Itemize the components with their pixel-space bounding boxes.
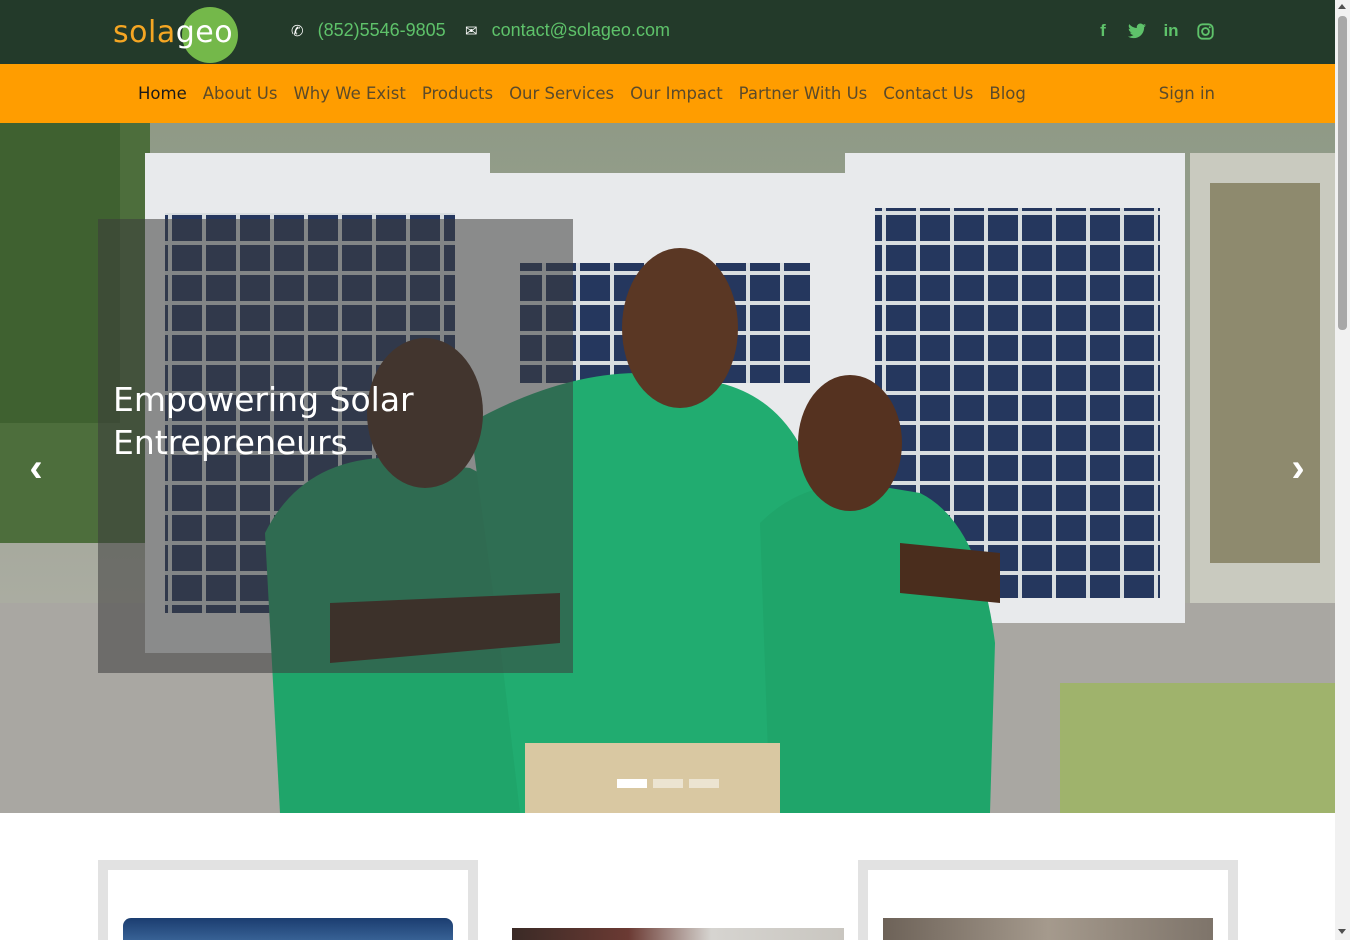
indicator-slide-1[interactable] bbox=[617, 779, 647, 788]
nav-items: Home About Us Why We Exist Products Our … bbox=[130, 64, 1034, 123]
card-inner bbox=[498, 870, 858, 940]
nav-item-home[interactable]: Home bbox=[130, 84, 195, 103]
envelope-icon: ✉ bbox=[465, 22, 478, 40]
social-links: f in bbox=[1093, 20, 1215, 42]
logo-text-sola: sola bbox=[113, 14, 176, 50]
page-scrollbar[interactable] bbox=[1335, 0, 1350, 940]
phone-icon: ✆ bbox=[291, 22, 304, 40]
card-image bbox=[512, 928, 844, 940]
nav-item-our-impact[interactable]: Our Impact bbox=[622, 84, 731, 103]
feature-card-3[interactable] bbox=[858, 860, 1238, 940]
main-nav: Home About Us Why We Exist Products Our … bbox=[0, 64, 1335, 123]
logo-text-geo: geo bbox=[175, 14, 234, 50]
carousel-indicators bbox=[617, 779, 719, 788]
nav-item-products[interactable]: Products bbox=[414, 84, 501, 103]
email-contact[interactable]: ✉ contact@solageo.com bbox=[465, 20, 670, 41]
logo[interactable]: sola geo bbox=[113, 4, 238, 63]
chevron-right-icon[interactable]: › bbox=[1278, 443, 1318, 493]
card-image bbox=[883, 918, 1213, 940]
page: sola geo ✆ (852)5546-9805 ✉ contact@sola… bbox=[0, 0, 1335, 940]
indicator-slide-2[interactable] bbox=[653, 779, 683, 788]
nav-item-contact-us[interactable]: Contact Us bbox=[875, 84, 981, 103]
email-address: contact@solageo.com bbox=[491, 20, 670, 40]
card-image bbox=[123, 918, 453, 940]
phone-contact[interactable]: ✆ (852)5546-9805 bbox=[291, 20, 446, 41]
nav-item-about-us[interactable]: About Us bbox=[195, 84, 286, 103]
top-bar: sola geo ✆ (852)5546-9805 ✉ contact@sola… bbox=[0, 0, 1335, 64]
chevron-left-icon[interactable]: ‹ bbox=[16, 443, 56, 493]
hero-carousel: Empowering Solar Entrepreneurs ‹ › bbox=[0, 123, 1335, 813]
nav-item-why-we-exist[interactable]: Why We Exist bbox=[285, 84, 413, 103]
nav-item-partner-with-us[interactable]: Partner With Us bbox=[731, 84, 876, 103]
scroll-down-arrow-icon[interactable] bbox=[1338, 929, 1346, 934]
instagram-icon[interactable] bbox=[1195, 20, 1215, 42]
feature-card-1[interactable] bbox=[98, 860, 478, 940]
card-inner bbox=[108, 870, 468, 940]
nav-item-our-services[interactable]: Our Services bbox=[501, 84, 622, 103]
twitter-icon[interactable] bbox=[1127, 20, 1147, 42]
card-inner bbox=[868, 870, 1228, 940]
facebook-icon[interactable]: f bbox=[1093, 20, 1113, 42]
linkedin-icon[interactable]: in bbox=[1161, 20, 1181, 42]
hero-caption: Empowering Solar Entrepreneurs bbox=[113, 380, 414, 462]
scrollbar-thumb[interactable] bbox=[1338, 16, 1347, 330]
nav-item-blog[interactable]: Blog bbox=[981, 84, 1033, 103]
feature-card-2[interactable] bbox=[488, 860, 868, 940]
scroll-up-arrow-icon[interactable] bbox=[1338, 4, 1346, 9]
sign-in-link[interactable]: Sign in bbox=[1159, 64, 1215, 123]
phone-number: (852)5546-9805 bbox=[317, 20, 446, 40]
indicator-slide-3[interactable] bbox=[689, 779, 719, 788]
logo-geo: geo bbox=[175, 6, 238, 63]
